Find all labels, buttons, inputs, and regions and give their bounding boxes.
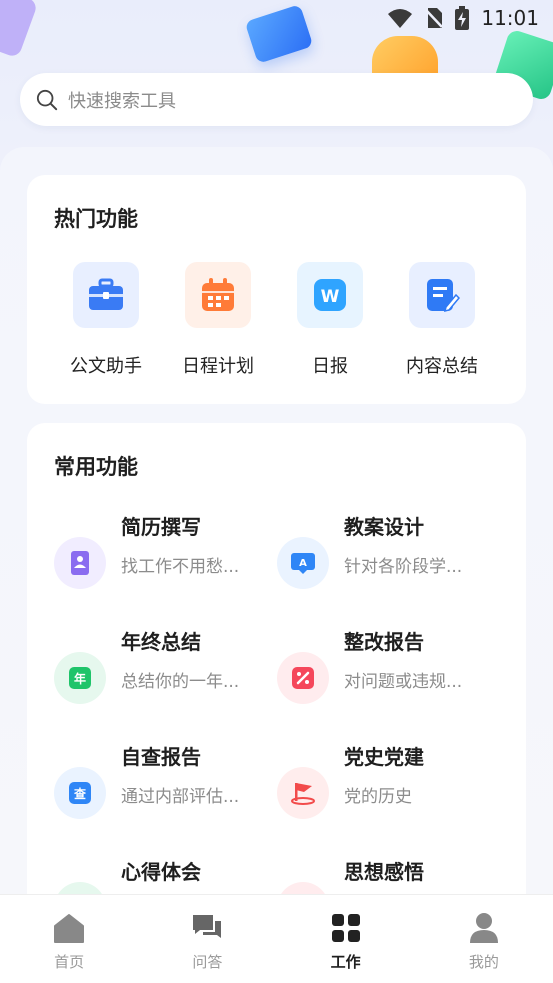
calendar-icon xyxy=(185,262,251,328)
common-item-resume[interactable]: 简历撰写 找工作不用愁... xyxy=(54,509,284,605)
common-item-year-summary[interactable]: 年 年终总结 总结你的一年... xyxy=(54,624,284,720)
self-check-icon: 查 xyxy=(54,767,106,819)
hot-item-label: 日程计划 xyxy=(182,356,254,377)
nav-label: 首页 xyxy=(54,953,85,971)
svg-text:查: 查 xyxy=(73,786,87,801)
search-placeholder: 快速搜索工具 xyxy=(68,90,176,112)
rectify-report-icon xyxy=(277,652,329,704)
chat-icon xyxy=(190,911,224,945)
common-item-party-history[interactable]: 党史党建 党的历史 xyxy=(277,739,507,835)
year-summary-icon: 年 xyxy=(54,652,106,704)
status-time: 11:01 xyxy=(481,6,539,30)
common-item-rectify-report[interactable]: 整改报告 对问题或违规... xyxy=(277,624,507,720)
profile-icon xyxy=(467,911,501,945)
common-item-subtitle: 找工作不用愁... xyxy=(121,557,240,577)
hot-item-label: 内容总结 xyxy=(406,356,478,377)
common-item-title: 教案设计 xyxy=(344,515,424,539)
word-doc-icon: W xyxy=(297,262,363,328)
nav-item-profile[interactable]: 我的 xyxy=(415,895,553,983)
common-item-title: 思想感悟 xyxy=(344,860,424,884)
common-item-self-check[interactable]: 查 自查报告 通过内部评估... xyxy=(54,739,284,835)
common-item-title: 自查报告 xyxy=(121,745,201,769)
hot-features-title: 热门功能 xyxy=(54,207,138,231)
nav-item-qa[interactable]: 问答 xyxy=(138,895,276,983)
svg-text:A: A xyxy=(299,558,307,569)
common-item-subtitle: 通过内部评估... xyxy=(121,787,240,807)
common-item-lesson-plan[interactable]: A 教案设计 针对各阶段学... xyxy=(277,509,507,605)
party-flag-icon xyxy=(277,767,329,819)
svg-text:W: W xyxy=(321,287,340,307)
hot-item-content-summary[interactable]: 内容总结 xyxy=(386,262,498,378)
common-item-title: 整改报告 xyxy=(344,630,424,654)
common-item-subtitle: 针对各阶段学... xyxy=(344,557,463,577)
edit-document-icon xyxy=(409,262,475,328)
common-features-title: 常用功能 xyxy=(54,455,138,479)
common-item-subtitle: 总结你的一年... xyxy=(121,672,240,692)
hot-item-label: 公文助手 xyxy=(70,356,142,377)
lesson-plan-icon: A xyxy=(277,537,329,589)
hot-item-label: 日报 xyxy=(312,356,348,377)
common-item-title: 简历撰写 xyxy=(121,515,201,539)
common-item-title: 年终总结 xyxy=(121,630,201,654)
battery-charging-icon xyxy=(455,6,470,30)
nav-label: 我的 xyxy=(468,953,499,971)
nav-item-work[interactable]: 工作 xyxy=(277,895,415,983)
bottom-nav: 首页 问答 工作 我的 xyxy=(0,894,553,983)
svg-text:年: 年 xyxy=(74,671,86,686)
resume-icon xyxy=(54,537,106,589)
hot-item-daily-report[interactable]: W 日报 xyxy=(274,262,386,378)
common-item-title: 党史党建 xyxy=(344,745,424,769)
work-grid-icon xyxy=(329,911,363,945)
briefcase-icon xyxy=(73,262,139,328)
no-sim-icon xyxy=(425,8,444,28)
home-icon xyxy=(52,911,86,945)
search-input[interactable]: 快速搜索工具 xyxy=(20,73,533,126)
wifi-icon xyxy=(388,9,413,28)
nav-item-home[interactable]: 首页 xyxy=(0,895,138,983)
status-icons: 11:01 xyxy=(387,6,539,30)
hot-item-official-doc[interactable]: 公文助手 xyxy=(50,262,162,378)
search-icon xyxy=(36,89,58,110)
hot-item-schedule[interactable]: 日程计划 xyxy=(162,262,274,378)
nav-label: 问答 xyxy=(192,953,223,971)
common-item-title: 心得体会 xyxy=(121,860,201,884)
common-item-subtitle: 党的历史 xyxy=(344,787,412,807)
hot-features-card: 热门功能 公文助手 日程计划 W 日报 内容总结 xyxy=(27,175,526,404)
common-features-card: 常用功能 简历撰写 找工作不用愁... A 教案设计 针对各阶段学... 年 年… xyxy=(27,423,526,943)
common-item-subtitle: 对问题或违规... xyxy=(344,672,463,692)
nav-label: 工作 xyxy=(330,953,361,971)
